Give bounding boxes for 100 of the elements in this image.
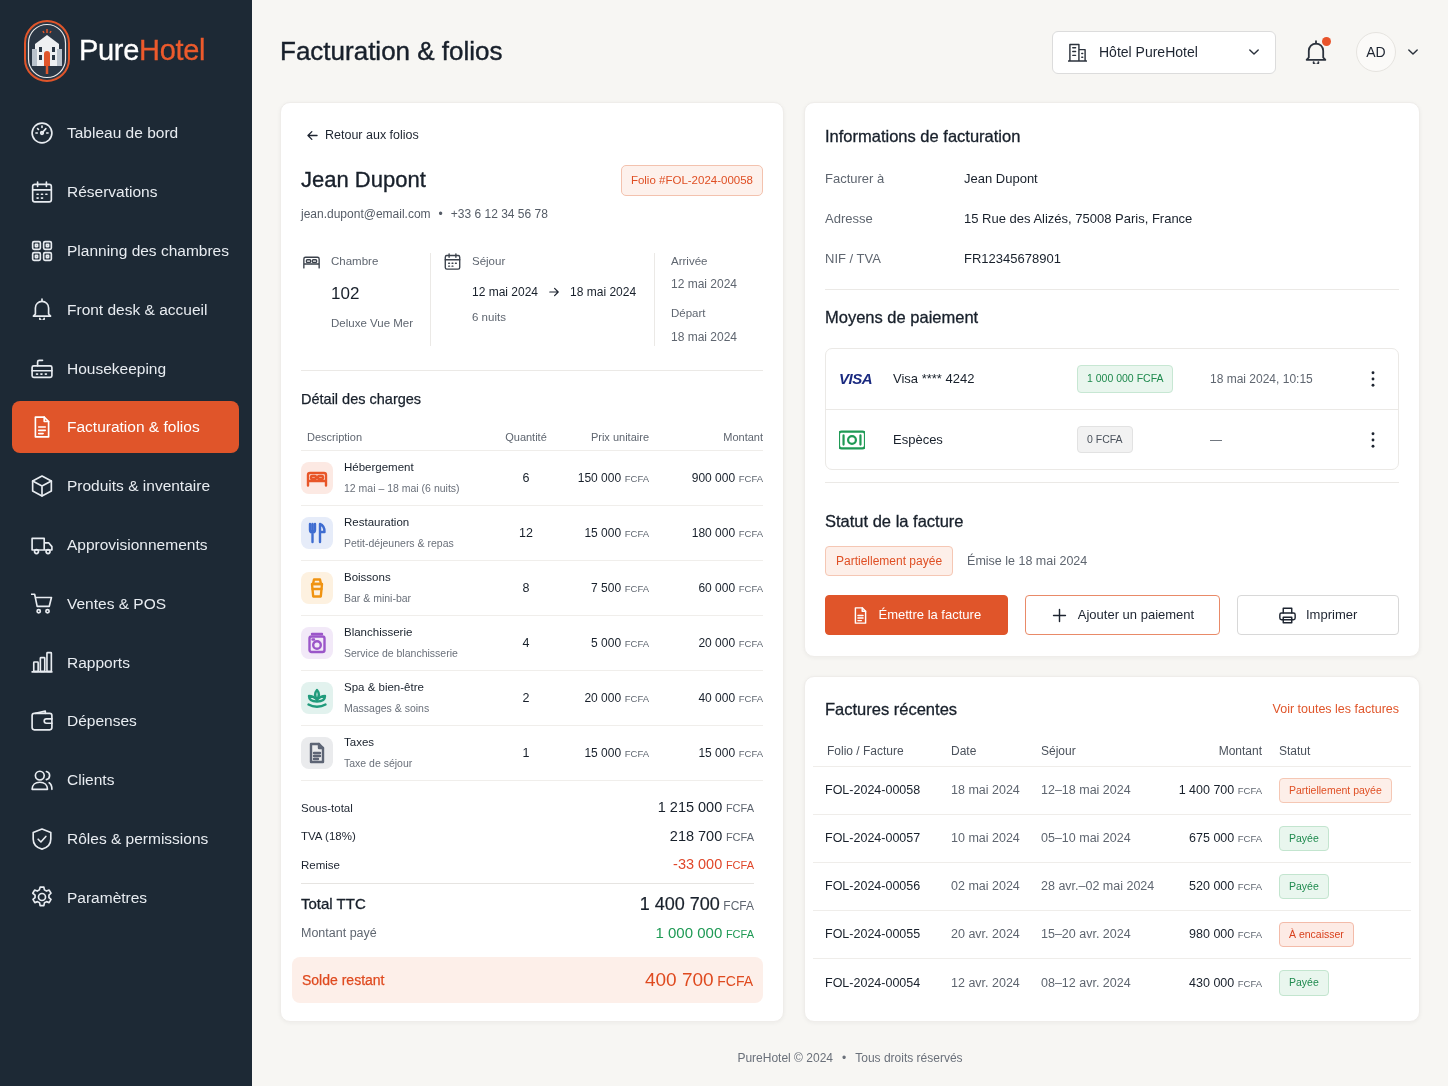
payment-method: Visa **** 4242 — [893, 370, 975, 389]
balance-label: Solde restant — [302, 970, 385, 990]
sidebar-item[interactable]: Front desk & accueil — [12, 283, 239, 336]
bell-icon[interactable] — [1304, 40, 1328, 64]
payment-amount-badge: 1 000 000 FCFA — [1077, 365, 1174, 393]
check-out-date: 18 mai 2024 — [570, 284, 637, 302]
page-title: Facturation & folios — [280, 36, 503, 68]
field-value: FR12345678901 — [964, 250, 1062, 269]
sidebar-item[interactable]: Facturation & folios — [12, 401, 239, 453]
quantity: 4 — [521, 634, 531, 652]
charge-name: Restauration — [344, 515, 411, 531]
sidebar-item[interactable]: Dépenses — [12, 694, 239, 747]
total-amount: 1 215 000 FCFA — [657, 798, 754, 818]
sidebar-item[interactable]: Ventes & POS — [12, 577, 239, 630]
print-button[interactable]: Imprimer — [1237, 595, 1399, 635]
nights-count: 6 nuits — [472, 310, 507, 326]
issue-date: Émise le 18 mai 2024 — [967, 552, 1088, 570]
column-header: Date — [951, 742, 978, 760]
charge-detail: 12 mai – 18 mai (6 nuits) — [344, 480, 460, 496]
rights-text: Tous droits réservés — [855, 1050, 963, 1067]
quantity: 12 — [518, 524, 534, 542]
charge-name: Hébergement — [344, 460, 415, 476]
guest-name: Jean Dupont — [301, 167, 426, 194]
sidebar-item[interactable]: Rôles & permissions — [12, 812, 239, 865]
charge-detail: Petit-déjeuners & repas — [344, 535, 454, 551]
payment-date: 18 mai 2024, 10:15 — [1210, 371, 1313, 388]
column-header: Statut — [1278, 742, 1312, 760]
total-label: Total TTC — [301, 894, 366, 915]
payment-method: Espèces — [893, 430, 943, 449]
guest-email: jean.dupont@email.com — [301, 206, 431, 223]
sidebar-item[interactable]: Paramètres — [12, 871, 239, 924]
add-payment-button[interactable]: Ajouter un paiement — [1024, 595, 1221, 635]
building-logo-icon — [24, 20, 70, 82]
room-type: Deluxe Vue Mer — [331, 315, 414, 331]
line-amount: 15 000 FCFA — [697, 745, 763, 763]
user-avatar[interactable]: AD — [1356, 32, 1396, 72]
card-brand: VISA — [839, 368, 872, 389]
payment-amount-badge: 0 FCFA — [1077, 425, 1133, 454]
status-badge: À encaisser — [1279, 921, 1354, 948]
charge-name: Blanchisserie — [344, 625, 414, 641]
unit-price: 15 000 FCFA — [583, 525, 649, 543]
column-header: Montant — [722, 430, 763, 446]
stay-dates: 28 avr.–02 mai 2024 — [1041, 878, 1156, 896]
unit-price: 5 000 FCFA — [590, 635, 649, 653]
wallet-icon — [31, 709, 53, 732]
quantity: 1 — [521, 744, 531, 762]
room-number: 102 — [331, 283, 361, 306]
section-title: Statut de la facture — [825, 511, 965, 532]
sidebar-item[interactable]: Housekeeping — [12, 342, 239, 395]
stay-label: Chambre — [331, 254, 380, 269]
sidebar-item[interactable]: Tableau de bord — [12, 107, 239, 159]
invoice-number: FOL-2024-00054 — [825, 974, 922, 992]
sidebar-item[interactable]: Produits & inventaire — [12, 459, 239, 512]
check-in-date: 12 mai 2024 — [472, 284, 539, 302]
charge-detail: Taxe de séjour — [344, 755, 413, 771]
invoice-date: 02 mai 2024 — [951, 878, 1021, 896]
invoice-number: FOL-2024-00057 — [825, 830, 922, 848]
total-label: TVA (18%) — [301, 829, 356, 844]
view-all-link[interactable]: Voir toutes les factures — [1272, 699, 1399, 719]
gauge-icon — [31, 122, 53, 144]
column-header: Prix unitaire — [589, 430, 649, 446]
issue-invoice-button[interactable]: Émettre la facture — [825, 595, 1008, 635]
bullet-separator: • — [842, 1050, 847, 1067]
stay-label: Séjour — [472, 254, 507, 269]
guest-phone: +33 6 12 34 56 78 — [450, 206, 548, 223]
sidebar-item[interactable]: Rapports — [12, 636, 239, 689]
total-label: Sous-total — [301, 800, 353, 816]
status-badge: Payée — [1279, 873, 1329, 900]
charge-detail: Massages & soins — [344, 700, 430, 716]
line-amount: 900 000 FCFA — [690, 470, 763, 488]
bell-icon — [31, 298, 53, 321]
invoice-number: FOL-2024-00058 — [825, 782, 922, 800]
back-link[interactable]: Retour aux folios — [306, 126, 419, 145]
settings-icon — [31, 886, 53, 909]
brand-name: PureHotel — [79, 33, 206, 69]
section-title: Factures récentes — [825, 699, 958, 720]
calendar-icon — [444, 253, 461, 270]
plus-icon — [1050, 606, 1068, 624]
sidebar-item[interactable]: Approvisionnements — [12, 518, 239, 571]
total-amount: 218 700 FCFA — [669, 826, 754, 846]
invoice-amount: 1 400 700 FCFA — [1177, 782, 1263, 800]
stay-dates: 15–20 avr. 2024 — [1041, 926, 1132, 944]
column-header: Quantité — [504, 430, 548, 446]
arrow-right-icon — [548, 286, 561, 299]
sidebar-item[interactable]: Clients — [12, 753, 239, 806]
charge-detail: Service de blanchisserie — [344, 645, 458, 661]
date-label: Départ — [671, 306, 707, 322]
invoice-amount: 675 000 FCFA — [1188, 830, 1263, 848]
invoice-date: 10 mai 2024 — [951, 830, 1021, 848]
section-title: Informations de facturation — [825, 126, 1022, 147]
date-value: 18 mai 2024 — [671, 328, 738, 346]
line-amount: 40 000 FCFA — [697, 690, 763, 708]
sidebar-item[interactable]: Planning des chambres — [12, 224, 239, 277]
field-value: Jean Dupont — [964, 170, 1039, 189]
sidebar-item[interactable]: Réservations — [12, 165, 239, 218]
invoice-date: 12 avr. 2024 — [951, 974, 1021, 992]
hotel-select[interactable]: Hôtel PureHotel — [1052, 30, 1276, 74]
invoice-amount: 430 000 FCFA — [1188, 974, 1263, 992]
charge-detail: Bar & mini-bar — [344, 590, 412, 606]
quantity: 2 — [521, 689, 531, 707]
